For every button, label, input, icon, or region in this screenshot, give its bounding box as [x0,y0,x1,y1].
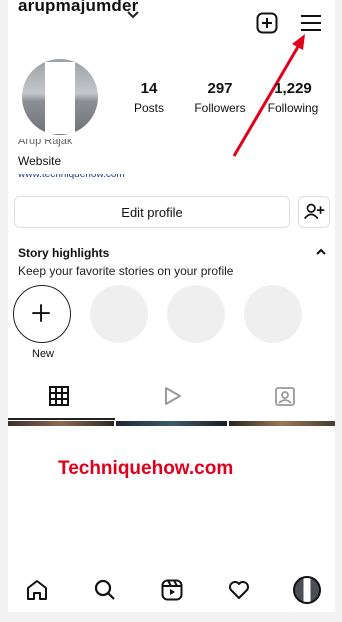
post-thumbnail[interactable] [116,421,227,426]
heart-icon[interactable] [227,578,251,602]
highlight-placeholder [167,285,225,343]
home-icon[interactable] [25,578,49,602]
hamburger-menu-icon[interactable] [300,13,322,33]
tagged-icon[interactable] [274,385,296,407]
posts-label: Posts [133,101,164,115]
plus-square-icon[interactable] [256,12,278,34]
new-highlight-button[interactable] [13,285,71,343]
followers-count: 297 [207,80,233,97]
reels-play-icon[interactable] [161,385,183,407]
new-highlight-label: New [32,348,55,360]
grid-icon[interactable] [48,385,70,407]
chevron-down-icon[interactable] [126,10,140,20]
active-tab-indicator [8,418,115,420]
bio-website-label: Website [18,154,62,168]
app-frame: arupmajumder 14 Posts 297 Followers 1,22… [8,0,335,612]
search-icon[interactable] [93,578,117,602]
edit-profile-button[interactable]: Edit profile [14,196,290,228]
followers-label: Followers [194,101,246,115]
plus-icon [32,304,50,322]
avatar-redaction [45,62,75,134]
posts-count: 14 [140,80,158,97]
bio-name: Arup Rajak [18,139,73,147]
reels-icon[interactable] [160,578,184,602]
chevron-up-icon[interactable] [315,248,327,256]
highlight-placeholder [90,285,148,343]
highlight-placeholder [244,285,302,343]
add-person-icon [303,203,325,220]
discover-people-button[interactable] [298,196,330,228]
bio-link[interactable]: www.techniquehow.com [18,174,138,182]
watermark-text: Techniquehow.com [58,458,234,479]
stat-posts[interactable]: 14 Posts [114,80,184,115]
story-highlights-title: Story highlights [18,246,110,260]
stat-following[interactable]: 1,229 Following [258,80,328,115]
post-thumbnail[interactable] [8,421,114,426]
profile-tab-avatar[interactable] [293,576,321,604]
username[interactable]: arupmajumder [18,0,139,14]
post-thumbnail[interactable] [229,421,335,426]
stat-followers[interactable]: 297 Followers [185,80,255,115]
following-label: Following [267,101,319,115]
story-highlights-subtitle: Keep your favorite stories on your profi… [18,264,234,278]
following-count: 1,229 [274,80,312,97]
